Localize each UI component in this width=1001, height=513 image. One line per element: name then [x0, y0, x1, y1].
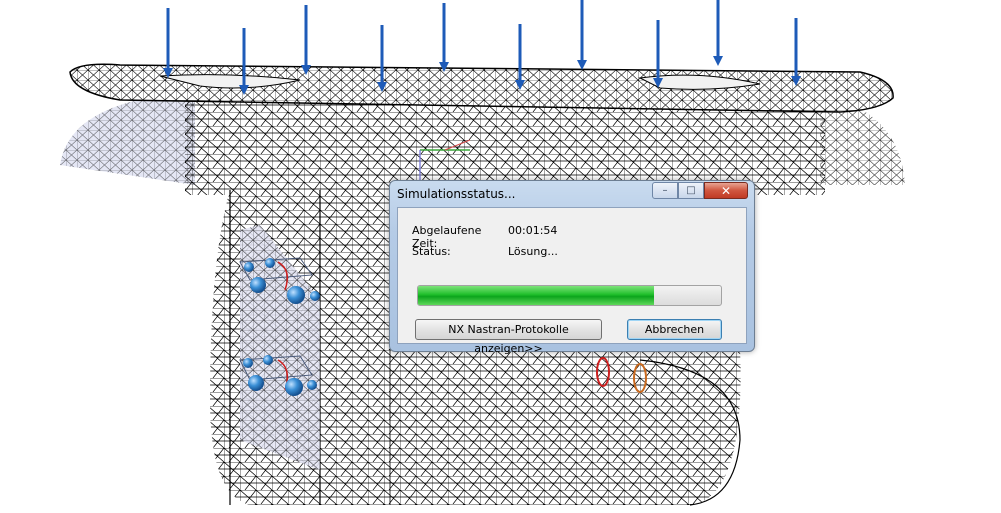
- load-arrow-icon: [515, 24, 525, 90]
- dialog-titlebar[interactable]: Simulationsstatus... – □ ✕: [390, 181, 754, 207]
- constraint-sphere-icon: [263, 355, 273, 365]
- dialog-title: Simulationsstatus...: [397, 187, 516, 201]
- constraint-sphere-icon: [307, 380, 317, 390]
- elapsed-time-value: 00:01:54: [508, 224, 558, 237]
- load-arrow-icon: [301, 5, 311, 75]
- close-button[interactable]: ✕: [704, 182, 748, 199]
- simulation-status-dialog: Simulationsstatus... – □ ✕ Abgelaufene Z…: [389, 180, 755, 355]
- constraint-sphere-icon: [287, 286, 305, 304]
- progress-bar: [417, 285, 722, 306]
- cancel-button[interactable]: Abbrechen: [627, 319, 722, 340]
- constraint-sphere-icon: [250, 277, 266, 293]
- status-value: Lösung...: [508, 245, 558, 258]
- constraint-sphere-icon: [265, 258, 275, 268]
- maximize-button[interactable]: □: [678, 182, 704, 199]
- constraint-sphere-icon: [244, 262, 254, 272]
- minimize-button[interactable]: –: [652, 182, 678, 199]
- load-arrow-icon: [713, 0, 723, 66]
- progress-bar-fill: [418, 286, 655, 305]
- status-label: Status:: [412, 245, 451, 258]
- load-arrow-icon: [439, 3, 449, 72]
- dialog-content: Abgelaufene Zeit: 00:01:54 Status: Lösun…: [397, 207, 747, 355]
- constraint-sphere-icon: [285, 378, 303, 396]
- maximize-icon: □: [686, 185, 696, 196]
- show-nastran-logs-button[interactable]: NX Nastran-Protokolle anzeigen>>: [415, 319, 602, 355]
- close-icon: ✕: [720, 183, 732, 198]
- minimize-icon: –: [662, 185, 668, 196]
- constraint-sphere-icon: [243, 358, 253, 368]
- constraint-sphere-icon: [310, 291, 320, 301]
- constraint-sphere-icon: [248, 375, 264, 391]
- load-arrow-icon: [577, 0, 587, 70]
